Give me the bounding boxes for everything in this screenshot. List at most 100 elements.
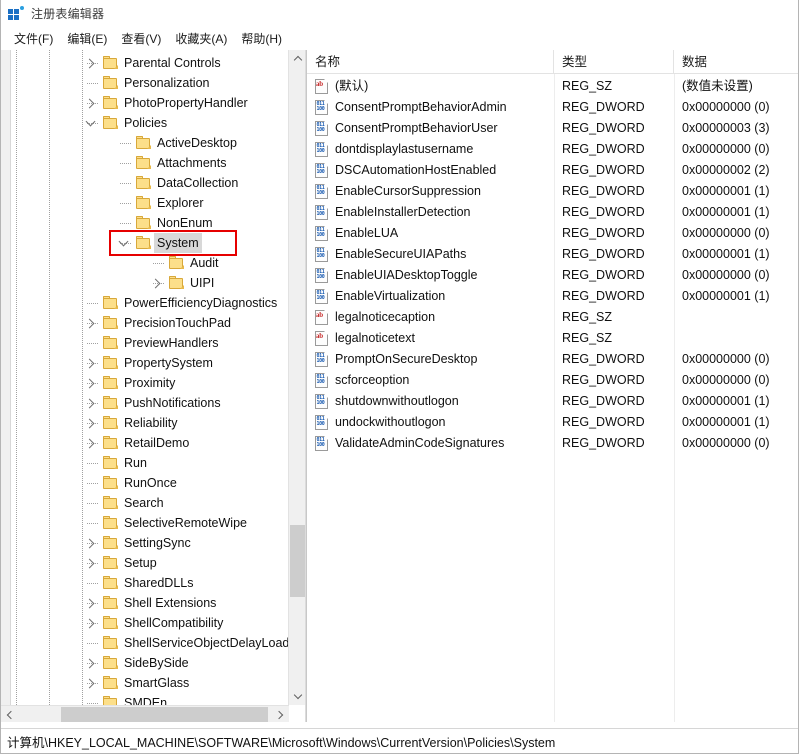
menu-file[interactable]: 文件(F) [7, 28, 60, 49]
tree-item-shellserviceobjectdelayload[interactable]: ShellServiceObjectDelayLoad [1, 633, 289, 653]
tree-item-policies[interactable]: Policies [1, 113, 289, 133]
value-row[interactable]: 011100ValidateAdminCodeSignaturesREG_DWO… [307, 433, 799, 454]
menu-edit[interactable]: 编辑(E) [60, 28, 114, 49]
tree-item-runonce[interactable]: RunOnce [1, 473, 289, 493]
menu-help[interactable]: 帮助(H) [234, 28, 289, 49]
chevron-right-icon[interactable] [82, 395, 98, 411]
value-row[interactable]: 011100undockwithoutlogonREG_DWORD0x00000… [307, 412, 799, 433]
registry-values-pane: 名称 类型 数据 ab(默认)REG_SZ(数值未设置)011100Consen… [307, 50, 799, 722]
chevron-right-icon[interactable] [82, 415, 98, 431]
value-row[interactable]: 011100ConsentPromptBehaviorAdminREG_DWOR… [307, 97, 799, 118]
value-name: PromptOnSecureDesktop [335, 349, 477, 370]
chevron-right-icon[interactable] [82, 615, 98, 631]
folder-icon [103, 76, 118, 89]
tree-item-run[interactable]: Run [1, 453, 289, 473]
value-row[interactable]: ablegalnoticetextREG_SZ [307, 328, 799, 349]
value-row[interactable]: 011100EnableUIADesktopToggleREG_DWORD0x0… [307, 265, 799, 286]
value-row[interactable]: 011100EnableLUAREG_DWORD0x00000000 (0) [307, 223, 799, 244]
value-row[interactable]: 011100PromptOnSecureDesktopREG_DWORD0x00… [307, 349, 799, 370]
tree-item-search[interactable]: Search [1, 493, 289, 513]
chevron-right-icon[interactable] [82, 555, 98, 571]
tree-item-photopropertyhandler[interactable]: PhotoPropertyHandler [1, 93, 289, 113]
chevron-right-icon[interactable] [82, 95, 98, 111]
tree-item-label: SmartGlass [124, 673, 189, 693]
tree-item-label: Proximity [124, 373, 175, 393]
menu-favorites[interactable]: 收藏夹(A) [168, 28, 234, 49]
tree-item-powerefficiencydiagnostics[interactable]: PowerEfficiencyDiagnostics [1, 293, 289, 313]
tree-item-setup[interactable]: Setup [1, 553, 289, 573]
tree-vertical-scrollbar[interactable] [288, 50, 305, 705]
tree-connector [120, 163, 131, 164]
value-type: REG_DWORD [562, 349, 645, 370]
value-row[interactable]: 011100scforceoptionREG_DWORD0x00000000 (… [307, 370, 799, 391]
tree-item-uipi[interactable]: UIPI [1, 273, 289, 293]
tree-item-activedesktop[interactable]: ActiveDesktop [1, 133, 289, 153]
value-row[interactable]: 011100EnableInstallerDetectionREG_DWORD0… [307, 202, 799, 223]
tree-item-shellcompatibility[interactable]: ShellCompatibility [1, 613, 289, 633]
folder-icon [103, 456, 118, 469]
chevron-right-icon[interactable] [82, 55, 98, 71]
chevron-down-icon[interactable] [82, 115, 98, 131]
value-row[interactable]: 011100EnableSecureUIAPathsREG_DWORD0x000… [307, 244, 799, 265]
tree-horizontal-scroll-thumb[interactable] [61, 707, 268, 722]
scroll-down-icon[interactable] [289, 688, 306, 705]
chevron-right-icon[interactable] [82, 375, 98, 391]
value-name: dontdisplaylastusername [335, 139, 473, 160]
tree-item-datacollection[interactable]: DataCollection [1, 173, 289, 193]
tree-item-proximity[interactable]: Proximity [1, 373, 289, 393]
tree-item-smartglass[interactable]: SmartGlass [1, 673, 289, 693]
menu-view[interactable]: 查看(V) [114, 28, 168, 49]
tree-item-propertysystem[interactable]: PropertySystem [1, 353, 289, 373]
tree-item-selectiveremotewipe[interactable]: SelectiveRemoteWipe [1, 513, 289, 533]
values-column-headers: 名称 类型 数据 [307, 50, 799, 74]
scroll-left-icon[interactable] [1, 706, 18, 722]
tree-item-sidebyside[interactable]: SideBySide [1, 653, 289, 673]
chevron-right-icon[interactable] [82, 435, 98, 451]
value-row[interactable]: 011100EnableVirtualizationREG_DWORD0x000… [307, 286, 799, 307]
value-row[interactable]: 011100dontdisplaylastusernameREG_DWORD0x… [307, 139, 799, 160]
column-header-type[interactable]: 类型 [554, 50, 674, 74]
registry-tree-viewport[interactable]: Parental ControlsPersonalizationPhotoPro… [1, 50, 289, 705]
chevron-right-icon[interactable] [82, 655, 98, 671]
chevron-right-icon[interactable] [82, 355, 98, 371]
tree-item-explorer[interactable]: Explorer [1, 193, 289, 213]
tree-item-audit[interactable]: Audit [1, 253, 289, 273]
tree-horizontal-scrollbar[interactable] [1, 705, 289, 722]
folder-icon [169, 276, 184, 289]
tree-vertical-scroll-thumb[interactable] [290, 525, 305, 597]
tree-item-previewhandlers[interactable]: PreviewHandlers [1, 333, 289, 353]
tree-item-personalization[interactable]: Personalization [1, 73, 289, 93]
title-bar: 注册表编辑器 [1, 0, 799, 27]
value-row[interactable]: ab(默认)REG_SZ(数值未设置) [307, 76, 799, 97]
column-header-name[interactable]: 名称 [307, 50, 554, 74]
tree-item-parental-controls[interactable]: Parental Controls [1, 53, 289, 73]
chevron-right-icon[interactable] [82, 535, 98, 551]
tree-item-label: Shell Extensions [124, 593, 216, 613]
tree-item-pushnotifications[interactable]: PushNotifications [1, 393, 289, 413]
chevron-right-icon[interactable] [82, 675, 98, 691]
chevron-down-icon[interactable] [115, 235, 131, 251]
tree-item-reliability[interactable]: Reliability [1, 413, 289, 433]
tree-item-shell-extensions[interactable]: Shell Extensions [1, 593, 289, 613]
tree-item-system[interactable]: System [1, 233, 289, 253]
folder-icon [103, 96, 118, 109]
value-row[interactable]: 011100DSCAutomationHostEnabledREG_DWORD0… [307, 160, 799, 181]
folder-icon [103, 516, 118, 529]
chevron-right-icon[interactable] [82, 315, 98, 331]
tree-item-attachments[interactable]: Attachments [1, 153, 289, 173]
value-row[interactable]: 011100ConsentPromptBehaviorUserREG_DWORD… [307, 118, 799, 139]
scroll-right-icon[interactable] [272, 706, 289, 722]
tree-item-nonenum[interactable]: NonEnum [1, 213, 289, 233]
tree-item-precisiontouchpad[interactable]: PrecisionTouchPad [1, 313, 289, 333]
tree-item-settingsync[interactable]: SettingSync [1, 533, 289, 553]
value-row[interactable]: ablegalnoticecaptionREG_SZ [307, 307, 799, 328]
chevron-right-icon[interactable] [82, 595, 98, 611]
chevron-right-icon[interactable] [148, 275, 164, 291]
column-header-data[interactable]: 数据 [674, 50, 799, 74]
tree-item-smden[interactable]: SMDEn [1, 693, 289, 705]
scroll-up-icon[interactable] [289, 50, 306, 67]
tree-item-shareddlls[interactable]: SharedDLLs [1, 573, 289, 593]
value-row[interactable]: 011100shutdownwithoutlogonREG_DWORD0x000… [307, 391, 799, 412]
tree-item-retaildemo[interactable]: RetailDemo [1, 433, 289, 453]
value-row[interactable]: 011100EnableCursorSuppressionREG_DWORD0x… [307, 181, 799, 202]
